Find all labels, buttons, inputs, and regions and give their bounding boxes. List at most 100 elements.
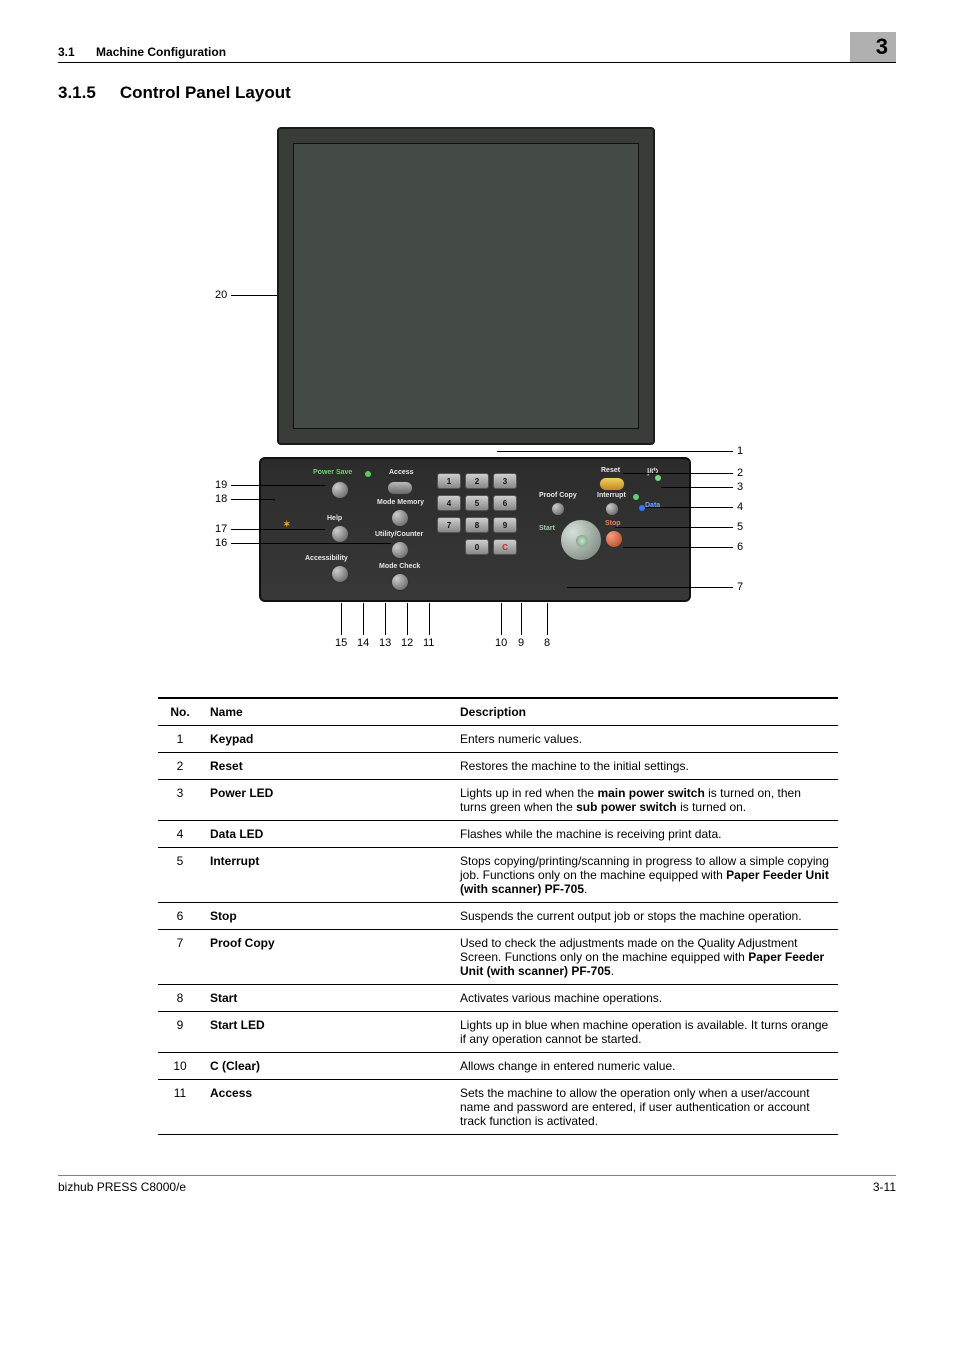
callout-15: 15 [335,637,347,649]
cell-name: Data LED [202,821,452,848]
label-start: Start [539,525,555,532]
label-mode-check: Mode Check [379,563,420,570]
utility-counter-button[interactable] [391,541,409,559]
start-button[interactable] [560,519,602,561]
control-panel-table: No. Name Description 1KeypadEnters numer… [158,697,838,1135]
key-c[interactable]: C [493,539,517,555]
cell-desc: Sets the machine to allow the operation … [452,1080,838,1135]
control-panel-figure: Power Save ✶ Help Accessibility Access M… [197,127,757,667]
cell-no: 1 [158,726,202,753]
cell-name: Power LED [202,780,452,821]
table-row: 1KeypadEnters numeric values. [158,726,838,753]
label-utility: Utility/Counter [375,531,423,538]
cell-desc: Allows change in entered numeric value. [452,1053,838,1080]
label-proof-copy: Proof Copy [539,492,577,499]
footer-right: 3-11 [873,1180,896,1194]
key-7[interactable]: 7 [437,517,461,533]
cell-name: Start LED [202,1012,452,1053]
callout-3: 3 [737,481,743,493]
table-row: 8StartActivates various machine operatio… [158,985,838,1012]
cell-no: 5 [158,848,202,903]
table-row: 9Start LEDLights up in blue when machine… [158,1012,838,1053]
data-led [639,505,645,511]
key-3[interactable]: 3 [493,473,517,489]
cell-desc: Lights up in red when the main power swi… [452,780,838,821]
cell-desc: Restores the machine to the initial sett… [452,753,838,780]
label-power-save: Power Save [313,469,352,476]
page-footer: bizhub PRESS C8000/e 3-11 [58,1175,896,1194]
callout-12: 12 [401,637,413,649]
cell-desc: Suspends the current output job or stops… [452,903,838,930]
col-desc: Description [452,698,838,726]
key-1[interactable]: 1 [437,473,461,489]
callout-4: 4 [737,501,743,513]
power-save-button[interactable] [331,481,349,499]
access-button[interactable] [387,481,413,495]
cell-desc: Flashes while the machine is receiving p… [452,821,838,848]
interrupt-button[interactable] [605,502,619,516]
accessibility-button[interactable] [331,565,349,583]
cell-no: 10 [158,1053,202,1080]
cell-desc: Activates various machine operations. [452,985,838,1012]
label-access: Access [389,469,414,476]
cell-no: 9 [158,1012,202,1053]
label-accessibility: Accessibility [305,555,348,562]
label-stop: Stop [605,520,621,527]
cell-desc: Stops copying/printing/scanning in progr… [452,848,838,903]
callout-5: 5 [737,521,743,533]
table-row: 10C (Clear)Allows change in entered nume… [158,1053,838,1080]
cell-desc: Lights up in blue when machine operation… [452,1012,838,1053]
section-title: Machine Configuration [96,45,226,59]
key-9[interactable]: 9 [493,517,517,533]
cell-name: Stop [202,903,452,930]
proof-copy-button[interactable] [551,502,565,516]
key-4[interactable]: 4 [437,495,461,511]
key-8[interactable]: 8 [465,517,489,533]
touch-screen [277,127,655,445]
callout-19: 19 [215,479,227,491]
callout-13: 13 [379,637,391,649]
callout-2: 2 [737,467,743,479]
callout-10: 10 [495,637,507,649]
callout-14: 14 [357,637,369,649]
mode-check-button[interactable] [391,573,409,591]
callout-17: 17 [215,523,227,535]
table-row: 11AccessSets the machine to allow the op… [158,1080,838,1135]
footer-left: bizhub PRESS C8000/e [58,1180,186,1194]
reset-button[interactable] [599,477,625,491]
cell-name: Access [202,1080,452,1135]
callout-16: 16 [215,537,227,549]
cell-no: 6 [158,903,202,930]
table-row: 4Data LEDFlashes while the machine is re… [158,821,838,848]
table-row: 3Power LEDLights up in red when the main… [158,780,838,821]
table-row: 2ResetRestores the machine to the initia… [158,753,838,780]
callout-1: 1 [737,445,743,457]
subsection-title: Control Panel Layout [120,83,291,103]
callout-8: 8 [544,637,550,649]
label-mode-memory: Mode Memory [377,499,424,506]
cell-name: Interrupt [202,848,452,903]
cell-name: Proof Copy [202,930,452,985]
cell-desc: Enters numeric values. [452,726,838,753]
callout-9: 9 [518,637,524,649]
label-interrupt: Interrupt [597,492,626,499]
cell-name: C (Clear) [202,1053,452,1080]
subsection-number: 3.1.5 [58,83,96,103]
table-row: 7Proof CopyUsed to check the adjustments… [158,930,838,985]
key-0[interactable]: 0 [465,539,489,555]
table-row: 6StopSuspends the current output job or … [158,903,838,930]
cell-no: 4 [158,821,202,848]
key-2[interactable]: 2 [465,473,489,489]
callout-7: 7 [737,581,743,593]
cell-name: Keypad [202,726,452,753]
power-save-led [365,471,371,477]
help-button[interactable] [331,525,349,543]
mode-memory-button[interactable] [391,509,409,527]
cell-name: Start [202,985,452,1012]
cell-no: 7 [158,930,202,985]
key-5[interactable]: 5 [465,495,489,511]
cell-desc: Used to check the adjustments made on th… [452,930,838,985]
key-6[interactable]: 6 [493,495,517,511]
stop-button[interactable] [605,530,623,548]
cell-no: 2 [158,753,202,780]
